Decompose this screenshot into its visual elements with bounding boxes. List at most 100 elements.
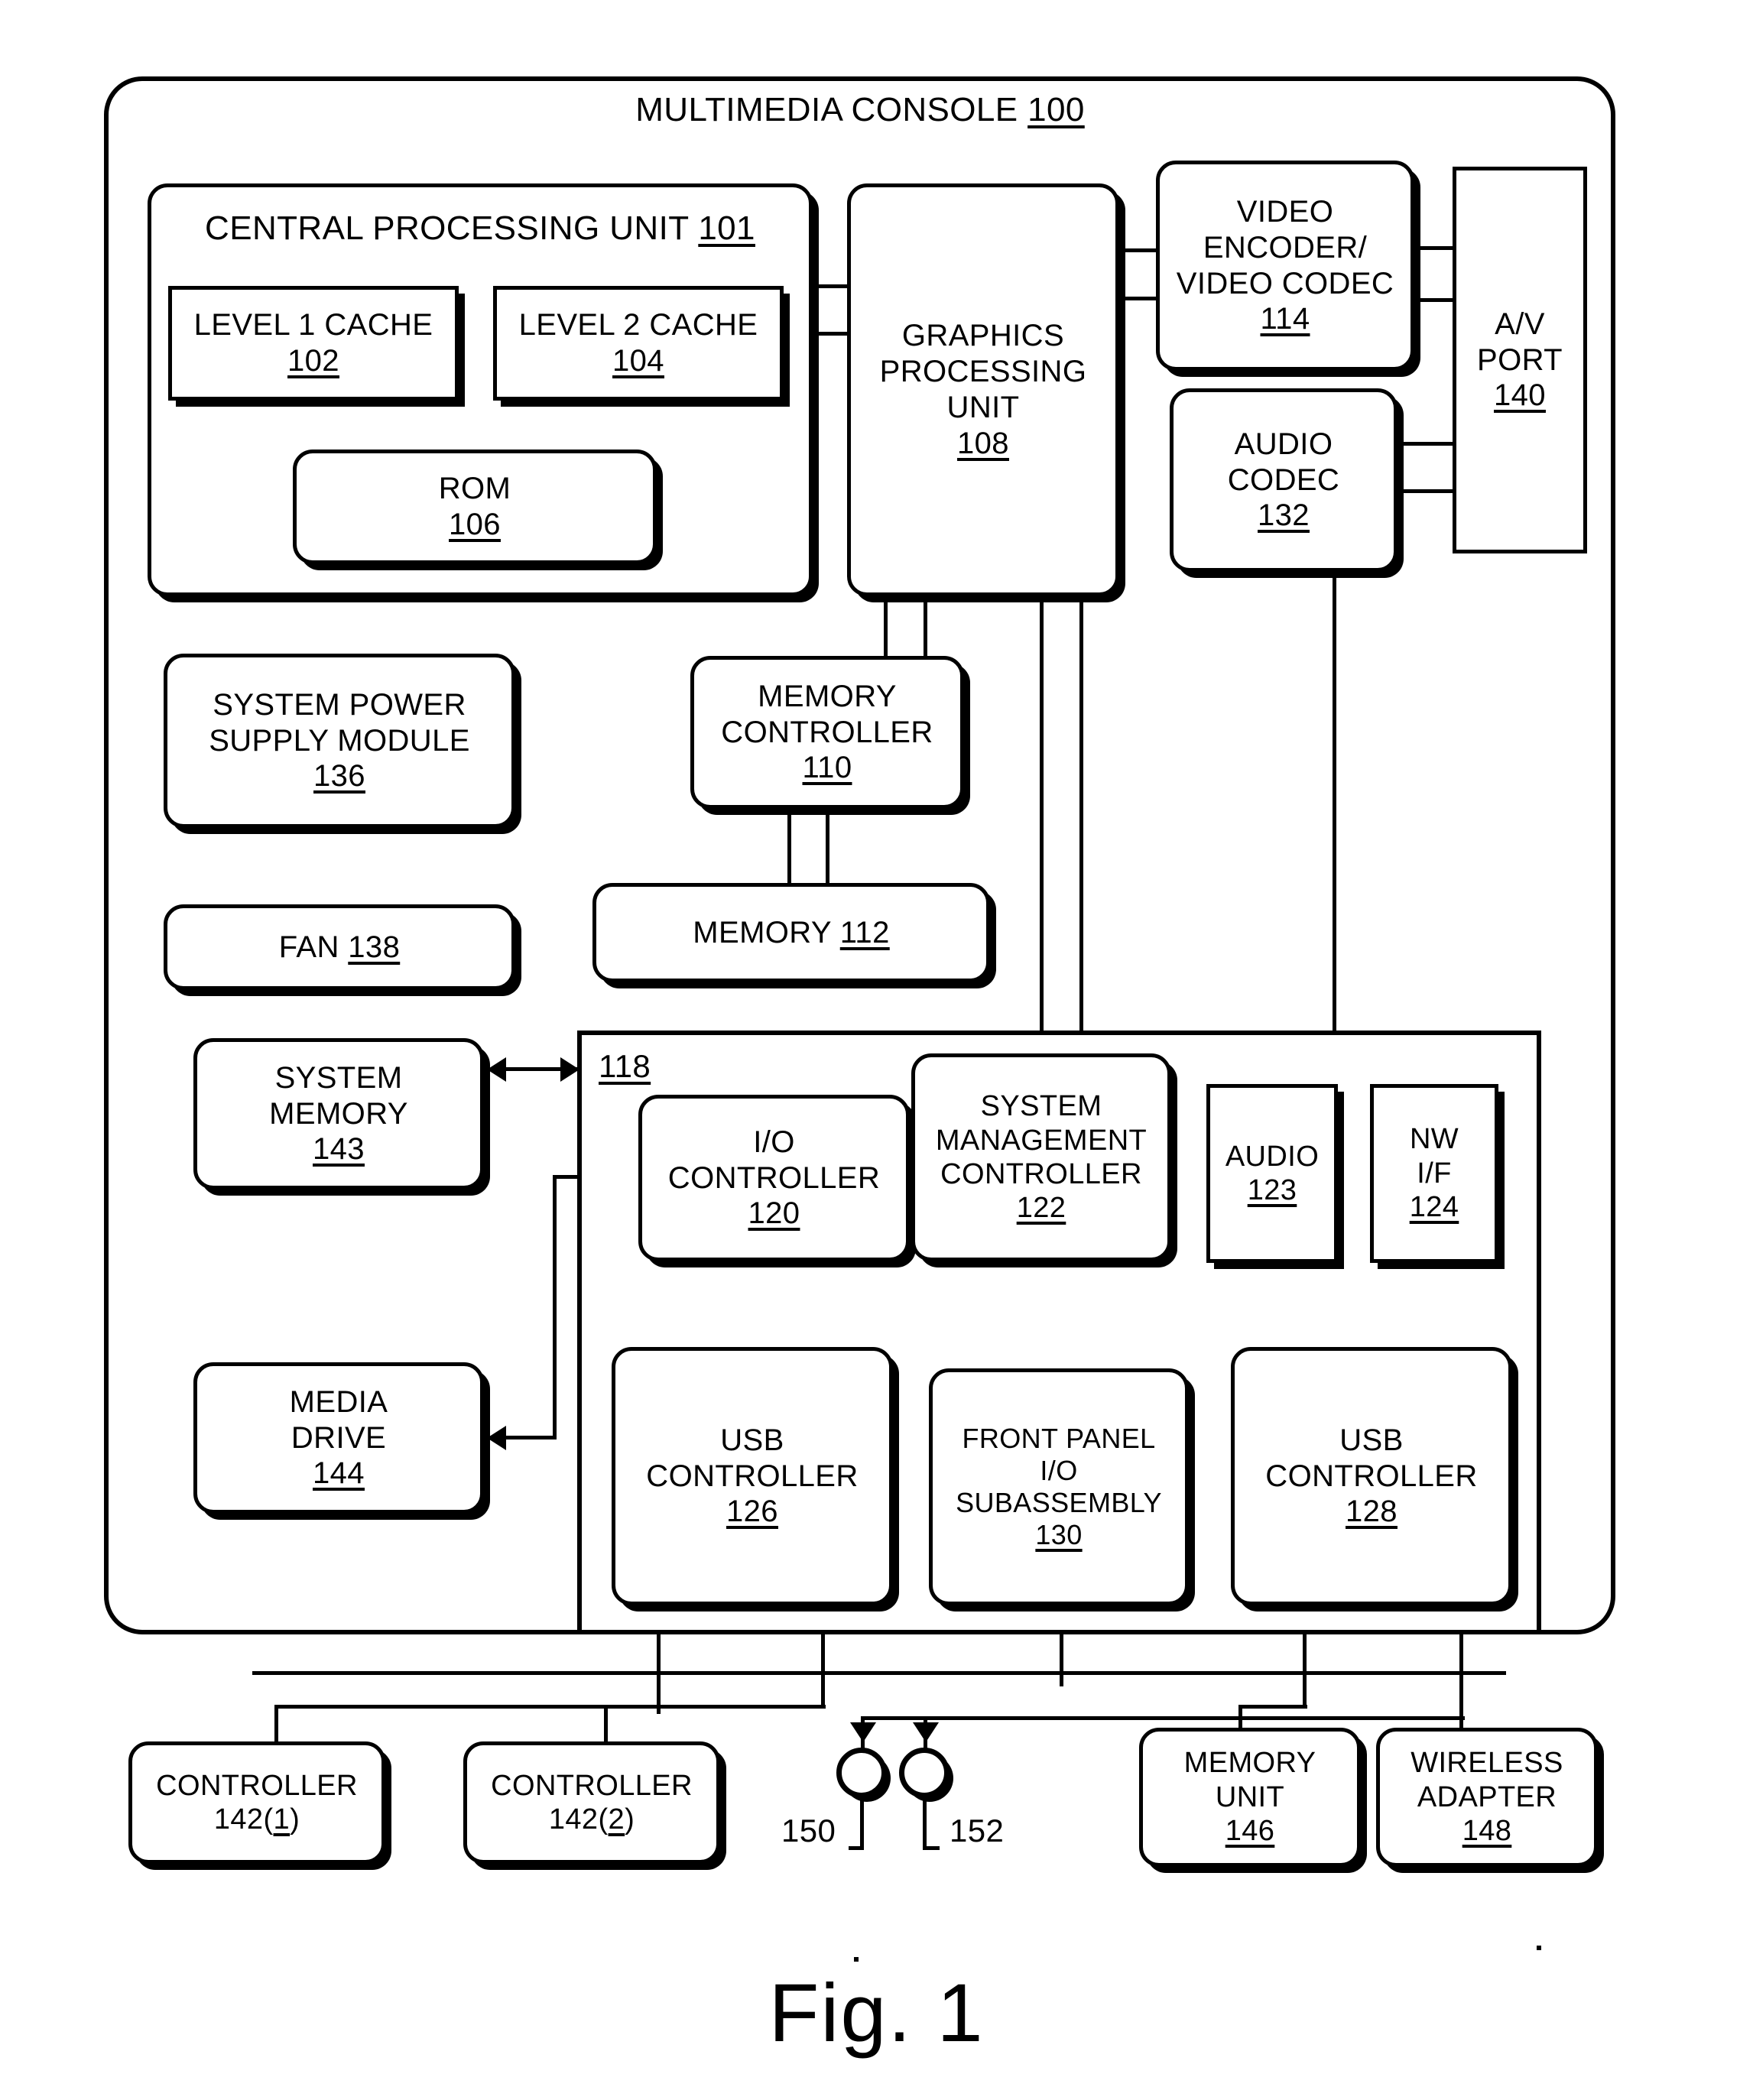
ctrl1-link-h	[274, 1705, 658, 1709]
av-port-label-line2: Port	[1477, 342, 1563, 377]
memory-controller-ref: 110	[802, 751, 852, 785]
wireless-adapter-block[interactable]: Wireless Adapter 148	[1376, 1728, 1598, 1867]
memory-ref: 112	[839, 915, 890, 949]
wireless-riser	[1459, 1622, 1463, 1729]
controller2-label: Controller	[491, 1769, 693, 1802]
memunit-riser	[1303, 1622, 1307, 1705]
controller1-label: Controller	[156, 1769, 358, 1802]
memory-unit-block[interactable]: Memory Unit 146	[1139, 1728, 1361, 1867]
usb126-label-line2: Controller	[646, 1459, 859, 1493]
usb-controller-126-block[interactable]: USB Controller 126	[612, 1347, 893, 1605]
front-panel-io-block[interactable]: Front Panel I/O Subassembly 130	[929, 1368, 1189, 1605]
nwif-ref: 124	[1409, 1191, 1459, 1224]
level1-cache-block[interactable]: Level 1 Cache 102	[168, 286, 459, 401]
av-port-label-line1: A/V	[1495, 307, 1545, 341]
video-encoder-ref: 114	[1260, 302, 1310, 336]
mediadrive-link-v	[553, 1175, 557, 1438]
memunit-link-h	[1238, 1705, 1307, 1709]
ctrl2-link-v	[604, 1705, 608, 1741]
audio-codec-label-line1: Audio	[1234, 427, 1333, 461]
video-encoder-codec-block[interactable]: Video Encoder/ Video Codec 114	[1156, 161, 1414, 371]
audio-codec-block[interactable]: Audio Codec 132	[1170, 388, 1398, 572]
level2-cache-block[interactable]: Level 2 Cache 104	[493, 286, 784, 401]
front-panel-ref: 130	[1035, 1519, 1083, 1551]
audio-block[interactable]: Audio 123	[1206, 1084, 1338, 1263]
marker150-lead-v	[860, 1798, 864, 1850]
system-memory-label-line2: Memory	[269, 1096, 408, 1131]
venc-av-bus-bottom	[1414, 298, 1457, 302]
figure-caption: Fig. 1	[768, 1966, 985, 2059]
console-title-ref: 100	[1027, 91, 1085, 128]
usb128-ref: 128	[1346, 1495, 1398, 1529]
audio-label: Audio	[1225, 1140, 1320, 1173]
port-marker-150-label: 150	[781, 1813, 836, 1848]
ctrl2-riser	[821, 1622, 825, 1705]
smc-label-line1: System	[980, 1090, 1102, 1123]
memory-controller-label-line2: Controller	[721, 715, 933, 749]
controller-142-1-block[interactable]: Controller 142(1)	[128, 1741, 385, 1864]
usb128-label-line2: Controller	[1265, 1459, 1478, 1493]
power-supply-label-line1: System Power	[213, 687, 466, 722]
fan-block[interactable]: Fan 138	[164, 904, 515, 990]
level1-cache-label: Level 1 Cache	[193, 308, 433, 342]
video-encoder-label-line2: Encoder/	[1203, 230, 1368, 265]
port-marker-152-label: 152	[950, 1813, 1005, 1848]
usb126-label-line1: USB	[720, 1423, 784, 1457]
port-marker-150-circle[interactable]	[836, 1748, 887, 1798]
mediadrive-link-h1	[505, 1436, 557, 1439]
marker152-lead-v	[923, 1798, 927, 1850]
nwif-label-line1: NW	[1409, 1123, 1459, 1156]
cpu-label-text: Central Processing Unit	[205, 209, 689, 247]
fan-label-text: Fan	[278, 930, 339, 964]
io-controller-label-line1: I/O	[753, 1125, 795, 1159]
gpu-io-bus-right	[1079, 596, 1083, 1034]
level2-cache-ref: 104	[612, 344, 664, 378]
wireless-label-line1: Wireless	[1411, 1747, 1563, 1780]
cpu-label: Central Processing Unit 101	[205, 209, 755, 248]
video-encoder-label-line1: Video	[1236, 194, 1334, 229]
sysmem-arrow-left	[487, 1057, 506, 1082]
controller-142-2-block[interactable]: Controller 142(2)	[463, 1741, 720, 1864]
io-controller-block[interactable]: I/O Controller 120	[638, 1095, 910, 1261]
system-memory-block[interactable]: System Memory 143	[193, 1038, 484, 1190]
level1-cache-ref: 102	[287, 344, 339, 378]
memory-block[interactable]: Memory 112	[592, 883, 990, 982]
venc-av-bus-top	[1414, 246, 1457, 250]
acodec-av-bus-top	[1398, 442, 1457, 446]
gpu-block[interactable]: Graphics Processing Unit 108	[847, 183, 1119, 596]
video-encoder-label-line3: Video Codec	[1176, 266, 1394, 300]
acodec-io-link	[1333, 572, 1336, 1034]
gpu-memctrl-bus-right	[924, 596, 927, 659]
memory-controller-block[interactable]: Memory Controller 110	[690, 656, 964, 809]
smc-label-line3: Controller	[940, 1158, 1142, 1190]
rom-label: ROM	[438, 472, 511, 506]
power-supply-block[interactable]: System Power Supply Module 136	[164, 654, 515, 828]
controller2-ref-wrap: 142(2)	[549, 1803, 635, 1836]
av-port-block[interactable]: A/V Port 140	[1453, 167, 1587, 553]
ctrl2-link-h	[604, 1705, 826, 1709]
network-interface-block[interactable]: NW I/F 124	[1370, 1084, 1498, 1263]
audio-codec-ref: 132	[1258, 498, 1310, 533]
system-memory-ref: 143	[313, 1132, 365, 1167]
marker150-lead-h	[849, 1846, 862, 1850]
io-subsystem-ref: 118	[599, 1048, 651, 1084]
gpu-venc-bus-bottom	[1119, 297, 1159, 300]
memory-label: Memory 112	[693, 915, 889, 951]
system-management-controller-block[interactable]: System Management Controller 122	[911, 1053, 1171, 1261]
memory-unit-label-line1: Memory	[1183, 1747, 1316, 1780]
gpu-memctrl-bus-left	[884, 596, 888, 659]
memory-label-text: Memory	[693, 915, 832, 949]
memctrl-memory-bus-right	[826, 809, 829, 885]
controller1-ref-wrap: 142(1)	[214, 1803, 300, 1836]
media-drive-block[interactable]: Media Drive 144	[193, 1362, 484, 1514]
rom-block[interactable]: ROM 106	[293, 450, 657, 564]
io-controller-ref: 120	[748, 1196, 800, 1231]
level2-cache-label: Level 2 Cache	[518, 308, 758, 342]
mediadrive-arrow	[487, 1426, 506, 1450]
cpu-gpu-bus-top	[813, 284, 849, 288]
marker-branch-bus	[861, 1716, 1465, 1720]
usb-controller-128-block[interactable]: USB Controller 128	[1231, 1347, 1512, 1605]
usb128-label-line1: USB	[1339, 1423, 1404, 1457]
gpu-label-line1: Graphics	[901, 319, 1065, 353]
port-marker-152-circle[interactable]	[899, 1748, 950, 1798]
